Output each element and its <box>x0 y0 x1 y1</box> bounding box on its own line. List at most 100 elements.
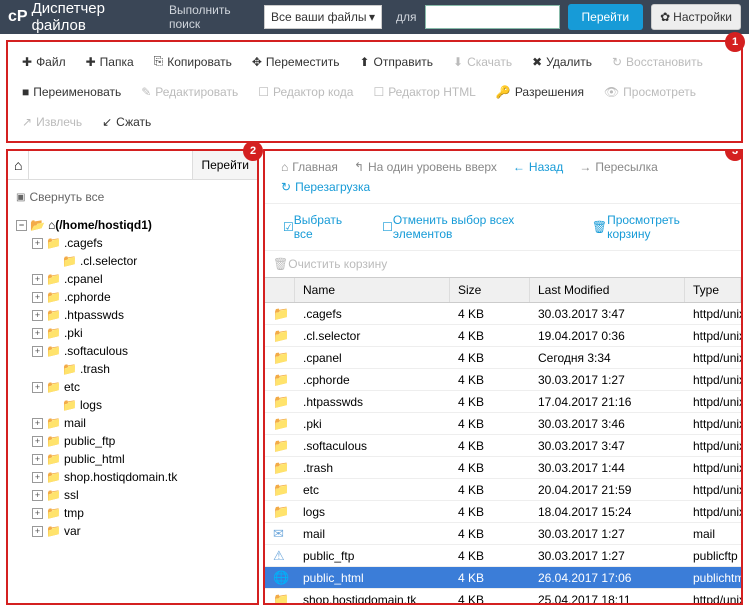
toolbar-переименовать[interactable]: ■Переименовать <box>12 77 131 107</box>
expand-icon[interactable]: + <box>32 328 43 339</box>
file-type: httpd/unix <box>685 461 741 475</box>
toolbar-разрешения[interactable]: 🔑Разрешения <box>486 77 594 107</box>
file-type: httpd/unix <box>685 373 741 387</box>
expand-icon[interactable]: + <box>32 454 43 465</box>
file-modified: 30.03.2017 3:47 <box>530 439 685 453</box>
settings-button[interactable]: ✿Настройки <box>651 4 741 30</box>
nav-forward[interactable]: →Пересылка <box>571 157 665 177</box>
file-row[interactable]: 📁.htpasswds4 KB17.04.2017 21:16httpd/uni… <box>265 391 741 413</box>
file-type: httpd/unix <box>685 395 741 409</box>
file-row[interactable]: 📁.cpanel4 KBСегодня 3:34httpd/unix <box>265 347 741 369</box>
toolbar-отправить[interactable]: ⬆Отправить <box>349 46 443 77</box>
nav-reload[interactable]: ↻Перезагрузка <box>273 177 378 197</box>
tree-item[interactable]: +📁public_html <box>16 450 249 468</box>
tree-item[interactable]: +📁.htpasswds <box>16 306 249 324</box>
tree-item[interactable]: +📁shop.hostiqdomain.tk <box>16 468 249 486</box>
tree-item[interactable]: +📁ssl <box>16 486 249 504</box>
expand-icon[interactable]: + <box>32 418 43 429</box>
tree-item[interactable]: +📁mail <box>16 414 249 432</box>
file-row[interactable]: 📁logs4 KB18.04.2017 15:24httpd/unix <box>265 501 741 523</box>
toolbar-файл[interactable]: ✚Файл <box>12 46 76 77</box>
tree-root[interactable]: −📂⌂ (/home/hostiqd1) <box>16 216 249 234</box>
folder-icon: 📁 <box>273 504 289 519</box>
col-size[interactable]: Size <box>450 278 530 302</box>
tree-item[interactable]: +📁var <box>16 522 249 540</box>
folder-icon: 📁 <box>273 438 289 453</box>
expand-icon[interactable]: + <box>32 310 43 321</box>
tree-item[interactable]: +📁.cagefs <box>16 234 249 252</box>
file-size: 4 KB <box>450 351 530 365</box>
folder-icon: 📁 <box>46 470 61 484</box>
file-row[interactable]: ⚠public_ftp4 KB30.03.2017 1:27publicftp <box>265 545 741 567</box>
tree-item[interactable]: +📁tmp <box>16 504 249 522</box>
home-icon[interactable]: ⌂ <box>8 151 29 179</box>
search-scope-select[interactable]: Все ваши файлы <box>264 5 382 29</box>
folder-icon: 📂 <box>30 218 45 232</box>
view-trash-button[interactable]: 🗑Просмотреть корзину <box>582 210 733 244</box>
folder-icon: 📁 <box>46 290 61 304</box>
col-type[interactable]: Type <box>685 278 741 302</box>
tree-item[interactable]: +📁.cpanel <box>16 270 249 288</box>
folder-icon: 📁 <box>46 452 61 466</box>
folder-icon: 📁 <box>273 460 289 475</box>
folder-icon: 📁 <box>46 380 61 394</box>
search-go-button[interactable]: Перейти <box>568 4 644 30</box>
tree-item[interactable]: +📁public_ftp <box>16 432 249 450</box>
back-icon: ← <box>513 160 525 174</box>
file-row[interactable]: 📁.trash4 KB30.03.2017 1:44httpd/unix <box>265 457 741 479</box>
tree-item[interactable]: 📁logs <box>16 396 249 414</box>
tree-item[interactable]: +📁etc <box>16 378 249 396</box>
expand-icon[interactable]: + <box>32 526 43 537</box>
file-row[interactable]: 📁.cphorde4 KB30.03.2017 1:27httpd/unix <box>265 369 741 391</box>
expand-icon[interactable]: + <box>32 508 43 519</box>
col-name[interactable]: Name <box>295 278 450 302</box>
file-row[interactable]: 📁.pki4 KB30.03.2017 3:46httpd/unix <box>265 413 741 435</box>
tree-item[interactable]: +📁.softaculous <box>16 342 249 360</box>
expand-icon[interactable]: + <box>32 490 43 501</box>
tree-item[interactable]: +📁.cphorde <box>16 288 249 306</box>
expand-icon[interactable]: + <box>32 346 43 357</box>
file-row[interactable]: 📁.cagefs4 KB30.03.2017 3:47httpd/unix <box>265 303 741 325</box>
toolbar-папка[interactable]: ✚Папка <box>76 46 144 77</box>
path-input[interactable] <box>29 151 192 179</box>
nav-back[interactable]: ←Назад <box>505 157 571 177</box>
tree-item[interactable]: 📁.trash <box>16 360 249 378</box>
forward-icon: → <box>579 160 591 174</box>
toolbar-удалить[interactable]: ✖Удалить <box>522 46 602 77</box>
tree-item[interactable]: 📁.cl.selector <box>16 252 249 270</box>
file-name: .cphorde <box>295 373 450 387</box>
file-row[interactable]: 📁etc4 KB20.04.2017 21:59httpd/unix <box>265 479 741 501</box>
toolbar-переместить[interactable]: ✥Переместить <box>242 46 350 77</box>
expand-icon[interactable]: + <box>32 382 43 393</box>
file-type: httpd/unix <box>685 593 741 604</box>
select-all-button[interactable]: ☑Выбрать все <box>273 210 372 244</box>
expand-icon[interactable]: + <box>32 238 43 249</box>
file-row[interactable]: 📁.softaculous4 KB30.03.2017 3:47httpd/un… <box>265 435 741 457</box>
file-row[interactable]: 📁shop.hostiqdomain.tk4 KB25.04.2017 18:1… <box>265 589 741 603</box>
expand-icon[interactable] <box>48 364 59 375</box>
file-name: .cl.selector <box>295 329 450 343</box>
expand-icon[interactable] <box>48 400 59 411</box>
col-modified[interactable]: Last Modified <box>530 278 685 302</box>
search-input[interactable] <box>425 5 560 29</box>
deselect-button[interactable]: ☐Отменить выбор всех элементов <box>372 210 582 244</box>
nav-up[interactable]: ↰На один уровень вверх <box>346 157 505 177</box>
file-row[interactable]: 🌐public_html4 KB26.04.2017 17:06publicht… <box>265 567 741 589</box>
expand-icon[interactable]: + <box>32 292 43 303</box>
empty-trash-button[interactable]: 🗑 Очистить корзину <box>265 251 741 277</box>
file-row[interactable]: 📁.cl.selector4 KB19.04.2017 0:36httpd/un… <box>265 325 741 347</box>
expand-icon[interactable] <box>48 256 59 267</box>
file-name: public_ftp <box>295 549 450 563</box>
toolbar-копировать[interactable]: ⎘Копировать <box>144 46 242 77</box>
toolbar-редактор кода: ☐Редактор кода <box>248 77 363 107</box>
expand-icon[interactable]: + <box>32 274 43 285</box>
expand-icon[interactable]: + <box>32 436 43 447</box>
file-row[interactable]: ✉mail4 KB30.03.2017 1:27mail <box>265 523 741 545</box>
expand-icon[interactable]: − <box>16 220 27 231</box>
collapse-all-button[interactable]: ▣Свернуть все <box>8 180 257 214</box>
expand-icon[interactable]: + <box>32 472 43 483</box>
tree-item[interactable]: +📁.pki <box>16 324 249 342</box>
toolbar-сжать[interactable]: ↙Сжать <box>92 107 161 137</box>
icon: ⎘ <box>154 54 164 69</box>
nav-home[interactable]: ⌂Главная <box>273 157 346 177</box>
